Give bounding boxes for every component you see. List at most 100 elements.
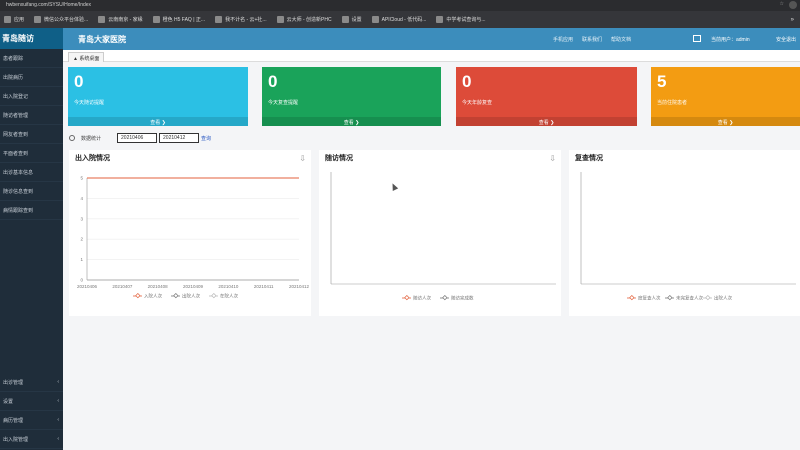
bookmark-item[interactable]: APICloud - 低代码... <box>371 16 426 23</box>
top-link[interactable]: 帮助文档 <box>611 36 631 43</box>
bookmark-apps[interactable]: 应用 <box>4 16 24 23</box>
legend-marker <box>211 293 217 299</box>
bookmarks-bar: 应用 微信公众平台体验... 云南南京 - 家缘 橙色 H5 FAQ | 正..… <box>0 11 800 28</box>
panel-title: 出入院情况 <box>75 155 110 162</box>
sidebar-bottom-group: 出诊管理 ‹ 设置 ‹ 病历管理 ‹ 出入院管理 ‹ <box>0 373 63 449</box>
x-tick-label: 20210412 <box>289 284 310 289</box>
y-tick-label: 5 <box>80 176 83 181</box>
bookmark-icon <box>152 16 160 23</box>
tab-desktop[interactable]: ▲ 系统桌面 <box>68 52 105 62</box>
top-link[interactable]: 联系我们 <box>582 36 602 43</box>
top-links: 手机应用 联系我们 帮助文档 <box>553 36 631 43</box>
sidebar-group[interactable]: 出入院管理 ‹ <box>0 430 63 449</box>
legend-marker <box>135 293 141 299</box>
inpatient-chart: 5 4 3 2 1 020210406 20210407 20210408 20210409 20… <box>77 176 310 300</box>
address-bar-text: hwbenxuifang.com/SYSU/Home/Index <box>6 2 92 8</box>
stat-label: 今天年龄复查 <box>462 100 493 106</box>
chart-panel-inpatient: 5 4 3 2 1 0 20210406 20210407 20210408 20210409 20… <box>69 150 311 316</box>
legend-marker <box>404 295 410 301</box>
chart-panel-recheck: 度复查人次 未完复查人次 出院人次 复查情况 <box>569 150 800 316</box>
x-tick-label: 20210409 <box>183 284 204 289</box>
download-icon[interactable]: ⇩ <box>549 154 556 163</box>
chevron-left-icon: ‹ <box>57 398 59 404</box>
x-tick-label: 20210411 <box>254 284 274 289</box>
stat-view-link[interactable]: 查看 ❯ <box>68 117 248 126</box>
sidebar-item[interactable]: 随访者管理 <box>0 106 63 125</box>
legend-label: 随访完成数 <box>451 295 474 302</box>
sidebar-group-label: 设置 <box>3 399 14 405</box>
bookmark-icon <box>215 16 223 23</box>
bookmark-item[interactable]: 云大师 - 创造新PHC <box>276 16 332 23</box>
sidebar-item[interactable]: 出诊基本信息 <box>0 163 63 182</box>
sidebar-item[interactable]: 平面者查到 <box>0 144 63 163</box>
legend-marker <box>442 295 448 301</box>
legend-label: 在院人次 <box>220 293 238 300</box>
sidebar-group-label: 病历管理 <box>3 418 24 424</box>
address-bar[interactable]: hwbenxuifang.com/SYSU/Home/Index ☆ <box>0 0 800 11</box>
stat-view-link[interactable]: 查看 ❯ <box>262 117 441 126</box>
bookmark-icon <box>34 16 42 23</box>
sidebar-group-label: 出入院管理 <box>3 437 29 443</box>
bookmark-item[interactable]: 我不计名 - 云+社... <box>215 16 267 23</box>
clock-icon <box>69 135 75 141</box>
stat-label: 今天随访提醒 <box>74 100 105 106</box>
chart-panel-followup: 随访人次 随访完成数 随访情况 ⇩ <box>319 150 561 316</box>
followup-chart: 随访人次 随访完成数 <box>330 172 556 302</box>
y-tick-label: 4 <box>80 196 83 201</box>
stat-card: 5 当前住院患者 查看 ❯ <box>651 67 800 126</box>
y-tick-label: 2 <box>80 237 83 242</box>
stat-view-link[interactable]: 查看 ❯ <box>651 117 800 126</box>
sidebar-group[interactable]: 病历管理 ‹ <box>0 411 63 430</box>
logout-link[interactable]: 安全退出 <box>776 36 796 43</box>
stat-card: 0 今天复查提醒 查看 ❯ <box>262 67 441 126</box>
sidebar-item[interactable]: 网友者查到 <box>0 125 63 144</box>
bookmark-item[interactable]: 橙色 H5 FAQ | 正... <box>152 16 205 23</box>
legend-label: 出院人次 <box>714 295 732 302</box>
stat-card: 0 今天年龄复查 查看 ❯ <box>456 67 637 126</box>
sidebar: 青岛随访 患者跟踪 出院病历 出入院登记 随访者管理 网友者查到 平面者查到 出… <box>0 28 63 450</box>
stat-card: 0 今天随访提醒 查看 ❯ <box>68 67 248 126</box>
profile-icon[interactable] <box>789 1 797 9</box>
hospital-name: 青岛大家医院 <box>78 35 126 44</box>
bookmark-item[interactable]: 设置 <box>341 16 362 23</box>
download-icon[interactable]: ⇩ <box>299 154 306 163</box>
query-button[interactable]: 查询 <box>201 135 211 142</box>
bookmark-icon <box>341 16 349 23</box>
recheck-chart: 度复查人次 未完复查人次 出院人次 <box>580 172 796 302</box>
y-tick-label: 3 <box>80 216 83 221</box>
start-date-input[interactable]: 20210406 <box>117 133 158 143</box>
sidebar-item[interactable]: 出入院登记 <box>0 87 63 106</box>
legend-marker <box>173 293 179 299</box>
legend-label: 入院人次 <box>144 293 162 300</box>
sidebar-group[interactable]: 设置 ‹ <box>0 392 63 411</box>
stat-view-link[interactable]: 查看 ❯ <box>456 117 637 126</box>
stat-number: 0 <box>268 72 278 91</box>
main-content: 0 今天随访提醒 查看 ❯ 0 今天复查提醒 查看 ❯ 0 今天年龄复查 查看 … <box>63 62 800 450</box>
chevron-left-icon: ‹ <box>57 436 59 442</box>
mail-icon[interactable] <box>693 35 701 42</box>
stat-number: 5 <box>657 72 667 91</box>
stat-number: 0 <box>74 72 84 91</box>
x-tick-label: 20210408 <box>148 284 169 289</box>
sidebar-group[interactable]: 出诊管理 ‹ <box>0 373 63 392</box>
sidebar-item[interactable]: 随诊信息查到 <box>0 182 63 201</box>
current-user[interactable]: 当前用户：admin <box>711 36 750 43</box>
top-link[interactable]: 手机应用 <box>553 36 573 43</box>
sidebar-item[interactable]: 患者跟踪 <box>0 49 63 68</box>
more-bookmarks-icon[interactable]: » <box>791 17 794 23</box>
y-tick-label: 0 <box>80 278 83 283</box>
end-date-input[interactable]: 20210412 <box>159 133 200 143</box>
bookmark-item[interactable]: 中学考试查询与... <box>436 16 486 23</box>
bookmark-item[interactable]: 云南南京 - 家缘 <box>98 16 143 23</box>
bookmark-item[interactable]: 微信公众平台体验... <box>34 16 88 23</box>
sidebar-item[interactable]: 病情跟踪查到 <box>0 201 63 220</box>
sidebar-item[interactable]: 出院病历 <box>0 68 63 87</box>
legend-label: 随访人次 <box>413 295 431 302</box>
star-icon[interactable]: ☆ <box>780 1 784 7</box>
sidebar-group-label: 出诊管理 <box>3 380 24 386</box>
y-tick-label: 1 <box>80 257 83 262</box>
sidebar-brand: 青岛随访 <box>0 28 63 49</box>
tab-bar: ▲ 系统桌面 <box>63 50 800 62</box>
top-navbar: 青岛大家医院 手机应用 联系我们 帮助文档 当前用户：admin 安全退出 <box>63 28 800 50</box>
filter-label: 数据统计 <box>81 135 102 142</box>
